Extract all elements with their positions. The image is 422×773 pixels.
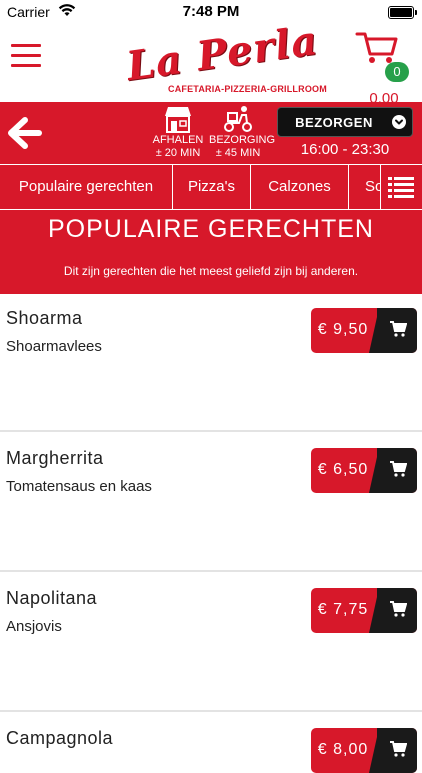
- scooter-icon: [224, 106, 252, 132]
- battery-icon: [388, 6, 417, 19]
- back-button[interactable]: [5, 114, 43, 152]
- logo-tagline: CAFETARIA-PIZZERIA-GRILLROOM: [168, 84, 327, 94]
- menu-item[interactable]: Campagnola € 8,00: [0, 714, 422, 773]
- cart-count-badge: 0: [385, 62, 409, 82]
- item-name: Napolitana: [6, 588, 98, 608]
- item-description: Shoarmavlees: [6, 338, 102, 355]
- add-to-cart-button[interactable]: € 6,50: [311, 448, 417, 493]
- pickup-label: AFHALEN: [152, 134, 204, 146]
- item-name: Margherrita: [6, 448, 104, 468]
- menu-item[interactable]: Napolitana Ansjovis € 7,75: [0, 574, 422, 712]
- opening-hours: 16:00 - 23:30: [300, 141, 390, 158]
- item-description: Tomatensaus en kaas: [6, 478, 152, 495]
- logo: La Perla CAFETARIA-PIZZERIA-GRILLROOM: [120, 17, 327, 98]
- delivery-time: ± 45 MIN: [215, 147, 261, 159]
- category-list-button[interactable]: [380, 165, 422, 209]
- order-bar: AFHALEN ± 20 MIN BEZORGING ± 45 MIN BEZO…: [0, 102, 422, 164]
- status-bar: Carrier 7:48 PM: [0, 0, 422, 24]
- order-mode-dropdown[interactable]: BEZORGEN: [277, 107, 413, 137]
- tab-calzones[interactable]: Calzones: [251, 165, 349, 209]
- add-to-cart-button[interactable]: € 7,75: [311, 588, 417, 633]
- menu-item[interactable]: Margherrita Tomatensaus en kaas € 6,50: [0, 434, 422, 572]
- tab-populaire-gerechten[interactable]: Populaire gerechten: [0, 165, 173, 209]
- category-tabs: Populaire gerechten Pizza's Calzones So: [0, 164, 422, 210]
- hamburger-line: [11, 54, 41, 57]
- add-to-cart-button[interactable]: € 9,50: [311, 308, 417, 353]
- tab-pizzas[interactable]: Pizza's: [173, 165, 251, 209]
- chevron-down-icon: [392, 115, 406, 129]
- item-description: Ansjovis: [6, 618, 62, 635]
- delivery-label: BEZORGING: [209, 134, 276, 146]
- menu-item[interactable]: Shoarma Shoarmavlees € 9,50: [0, 294, 422, 432]
- pickup-option[interactable]: AFHALEN ± 20 MIN: [149, 104, 207, 159]
- pickup-time: ± 20 MIN: [155, 147, 201, 159]
- shopping-cart-icon: [355, 32, 398, 63]
- item-price: € 7,75: [317, 601, 369, 618]
- section-header: POPULAIRE GERECHTEN Dit zijn gerechten d…: [0, 210, 422, 294]
- delivery-option[interactable]: BEZORGING ± 45 MIN: [209, 104, 276, 159]
- order-mode-value: BEZORGEN: [295, 115, 373, 130]
- menu-button[interactable]: [11, 44, 41, 68]
- cart-icon: [390, 321, 407, 337]
- app-header: La Perla CAFETARIA-PIZZERIA-GRILLROOM 0 …: [0, 17, 422, 107]
- item-name: Shoarma: [6, 308, 83, 328]
- item-name: Campagnola: [6, 728, 114, 748]
- item-price: € 9,50: [317, 321, 369, 338]
- store-icon: [165, 107, 191, 133]
- arrow-left-icon: [8, 117, 42, 149]
- hamburger-line: [11, 44, 41, 47]
- section-description: Dit zijn gerechten die het meest geliefd…: [63, 264, 359, 278]
- logo-text: La Perla: [123, 16, 321, 91]
- cart-icon: [390, 741, 407, 757]
- add-to-cart-button[interactable]: € 8,00: [311, 728, 417, 773]
- cart-icon: [390, 601, 407, 617]
- clock: 7:48 PM: [182, 3, 240, 20]
- item-price: € 6,50: [317, 461, 369, 478]
- item-price: € 8,00: [317, 741, 369, 758]
- hamburger-line: [11, 64, 41, 67]
- list-icon: [388, 177, 414, 198]
- cart-icon: [390, 461, 407, 477]
- section-title: POPULAIRE GERECHTEN: [47, 215, 374, 243]
